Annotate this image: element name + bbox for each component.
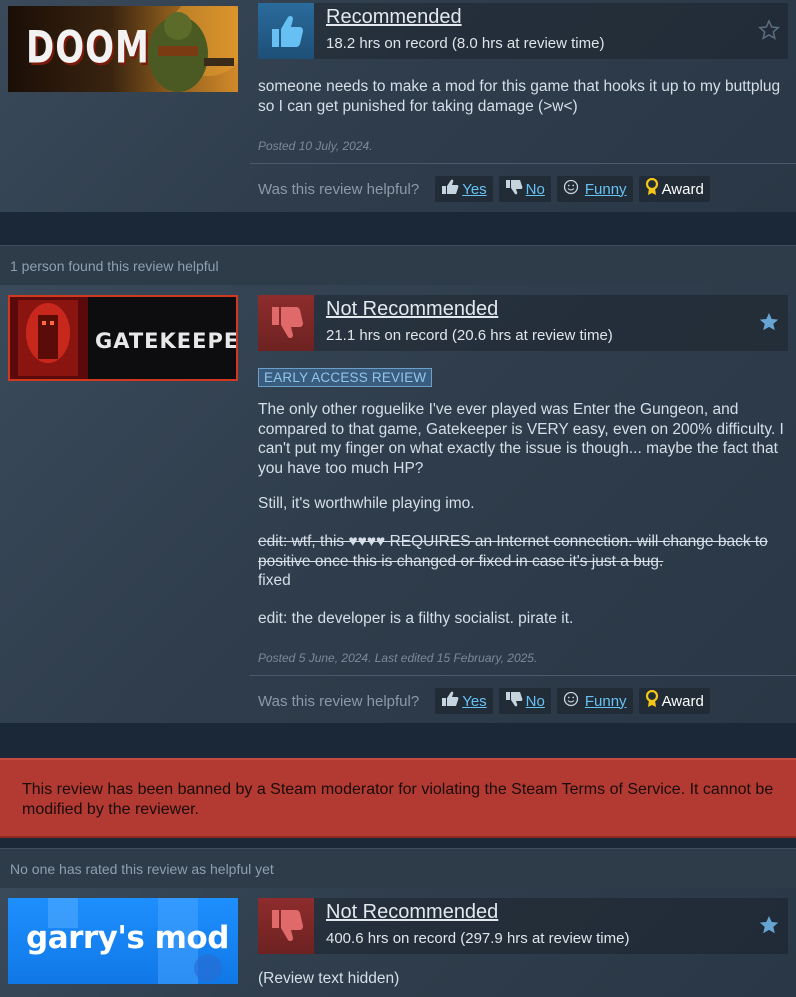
thumbs-up-icon bbox=[441, 691, 459, 711]
award-label: Award bbox=[661, 180, 704, 198]
hours-on-record: 400.6 hrs on record (297.9 hrs at review… bbox=[326, 930, 630, 947]
posted-date: Posted 5 June, 2024. Last edited 15 Febr… bbox=[258, 651, 538, 665]
helpful-count-bar: No one has rated this review as helpful … bbox=[0, 848, 796, 888]
divider bbox=[250, 163, 796, 164]
helpful-row: Was this review helpful? Yes No Funny Aw… bbox=[258, 175, 716, 203]
edit-fixed-text: fixed bbox=[258, 572, 291, 589]
thumbs-up-icon bbox=[441, 179, 459, 199]
helpful-count: 1 person found this review helpful bbox=[10, 258, 219, 274]
vote-yes-button[interactable]: Yes bbox=[435, 176, 493, 202]
early-access-badge: EARLY ACCESS REVIEW bbox=[258, 368, 433, 387]
game-capsule-gatekeeper[interactable]: GATEKEEPER bbox=[8, 295, 238, 381]
award-button[interactable]: Award bbox=[638, 176, 710, 202]
hours-on-record: 18.2 hrs on record (8.0 hrs at review ti… bbox=[326, 35, 605, 52]
star-icon[interactable] bbox=[758, 914, 780, 936]
thumbs-down-icon bbox=[258, 898, 314, 954]
posted-date: Posted 10 July, 2024. bbox=[258, 139, 373, 153]
review-card-garrysmod: garry's mod Not Recommended 400.6 hrs on… bbox=[0, 888, 796, 997]
smiley-icon bbox=[563, 179, 579, 199]
doom-logo: DOOM bbox=[26, 22, 150, 74]
thumbs-up-icon bbox=[258, 3, 314, 59]
review-paragraph-4: edit: the developer is a filthy socialis… bbox=[258, 610, 574, 627]
award-ribbon-icon bbox=[645, 177, 659, 200]
award-label: Award bbox=[661, 692, 704, 710]
ban-notice: This review has been banned by a Steam m… bbox=[0, 758, 796, 838]
game-capsule-doom[interactable]: DOOM bbox=[8, 6, 238, 92]
helpful-count-bar: 1 person found this review helpful bbox=[0, 245, 796, 285]
helpful-question: Was this review helpful? bbox=[258, 692, 420, 710]
vote-yes-button[interactable]: Yes bbox=[435, 688, 493, 714]
vote-header: Not Recommended 21.1 hrs on record (20.6… bbox=[258, 295, 788, 351]
vote-no-button[interactable]: No bbox=[498, 688, 551, 714]
vote-yes-label: Yes bbox=[462, 692, 487, 710]
vote-header: Not Recommended 400.6 hrs on record (297… bbox=[258, 898, 788, 954]
star-icon[interactable] bbox=[757, 19, 781, 41]
award-ribbon-icon bbox=[645, 689, 659, 712]
review-paragraph-2: Still, it's worthwhile playing imo. bbox=[258, 495, 475, 512]
thumbs-down-icon bbox=[505, 179, 523, 199]
verdict-title[interactable]: Recommended bbox=[326, 6, 462, 29]
garrysmod-logo: garry's mod bbox=[26, 920, 229, 956]
thumbs-down-icon bbox=[258, 295, 314, 351]
review-card-doom: DOOM Recommended 18.2 hrs on record (8.0… bbox=[0, 0, 796, 212]
vote-funny-button[interactable]: Funny bbox=[556, 176, 633, 202]
vote-no-label: No bbox=[525, 692, 545, 710]
review-text-hidden[interactable]: (Review text hidden) bbox=[258, 969, 788, 989]
gatekeeper-logo: GATEKEEPER bbox=[95, 329, 238, 353]
vote-header: Recommended 18.2 hrs on record (8.0 hrs … bbox=[258, 3, 788, 59]
smiley-icon bbox=[563, 691, 579, 711]
award-button[interactable]: Award bbox=[638, 688, 710, 714]
review-paragraph-1: The only other roguelike I've ever playe… bbox=[258, 401, 784, 477]
vote-funny-button[interactable]: Funny bbox=[556, 688, 633, 714]
divider bbox=[250, 675, 796, 676]
review-text: someone needs to make a mod for this gam… bbox=[258, 78, 781, 115]
star-icon[interactable] bbox=[758, 311, 780, 333]
vote-yes-label: Yes bbox=[462, 180, 487, 198]
helpful-question: Was this review helpful? bbox=[258, 180, 420, 198]
vote-funny-label: Funny bbox=[584, 180, 627, 198]
verdict-title[interactable]: Not Recommended bbox=[326, 298, 498, 321]
thumbs-down-icon bbox=[505, 691, 523, 711]
helpful-count: No one has rated this review as helpful … bbox=[10, 861, 274, 877]
game-capsule-garrysmod[interactable]: garry's mod bbox=[8, 898, 238, 984]
vote-funny-label: Funny bbox=[584, 692, 627, 710]
hours-on-record: 21.1 hrs on record (20.6 hrs at review t… bbox=[326, 327, 613, 344]
verdict-title[interactable]: Not Recommended bbox=[326, 901, 498, 924]
vote-no-button[interactable]: No bbox=[498, 176, 551, 202]
vote-no-label: No bbox=[525, 180, 545, 198]
struck-text: edit: wtf, this ♥♥♥♥ REQUIRES an Interne… bbox=[258, 533, 768, 570]
helpful-row: Was this review helpful? Yes No Funny Aw… bbox=[258, 687, 716, 715]
review-paragraph-3: edit: wtf, this ♥♥♥♥ REQUIRES an Interne… bbox=[258, 532, 788, 591]
